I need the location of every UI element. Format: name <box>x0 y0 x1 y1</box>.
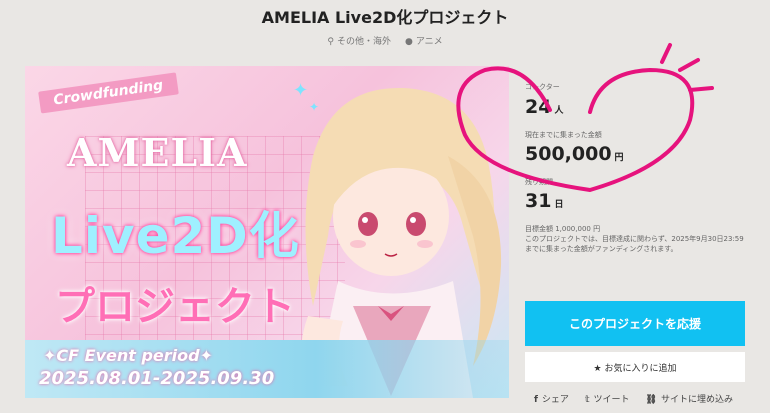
support-button[interactable]: このプロジェクトを応援 <box>525 301 745 346</box>
hero-heading-amelia: AMELIA <box>67 130 248 175</box>
link-icon: ⛓ <box>645 395 657 405</box>
star-icon: ★ <box>593 363 602 374</box>
chat-bubble-icon: ● <box>404 37 413 47</box>
hero-heading-live2d: Live2D化 <box>51 207 300 265</box>
tweet-link[interactable]: 𝕥 ツイート <box>585 392 630 405</box>
goal-amount: 目標金額 1,000,000 円 <box>525 225 601 233</box>
favorite-button[interactable]: ★ お気に入りに追加 <box>525 352 745 382</box>
facebook-icon: f <box>534 395 538 405</box>
hero-image: Crowdfunding ✦ ✦ AMELIA Live2D化 プロジェクト ✦… <box>25 66 509 398</box>
embed-link[interactable]: ⛓ サイトに埋め込み <box>646 392 733 405</box>
heart-annotation <box>456 43 714 193</box>
funding-note: このプロジェクトでは、目標達成に関わらず、2025年9月30日23:59までに集… <box>525 235 744 253</box>
location-link[interactable]: ⚲ その他・海外 <box>327 34 391 47</box>
share-bar: f シェア 𝕥 ツイート ⛓ サイトに埋め込み <box>534 392 733 405</box>
map-pin-icon: ⚲ <box>327 37 334 47</box>
twitter-icon: 𝕥 <box>584 395 590 405</box>
crowdfunding-tag: Crowdfunding <box>38 72 179 114</box>
hero-heading-project: プロジェクト <box>55 284 295 330</box>
event-period-label: ✦CF Event period✦ <box>43 346 213 365</box>
event-dates: 2025.08.01-2025.09.30 <box>39 368 275 389</box>
category-link[interactable]: ● アニメ <box>405 34 443 47</box>
page-title: AMELIA Live2D化プロジェクト <box>261 8 509 27</box>
share-link[interactable]: f シェア <box>534 392 569 405</box>
